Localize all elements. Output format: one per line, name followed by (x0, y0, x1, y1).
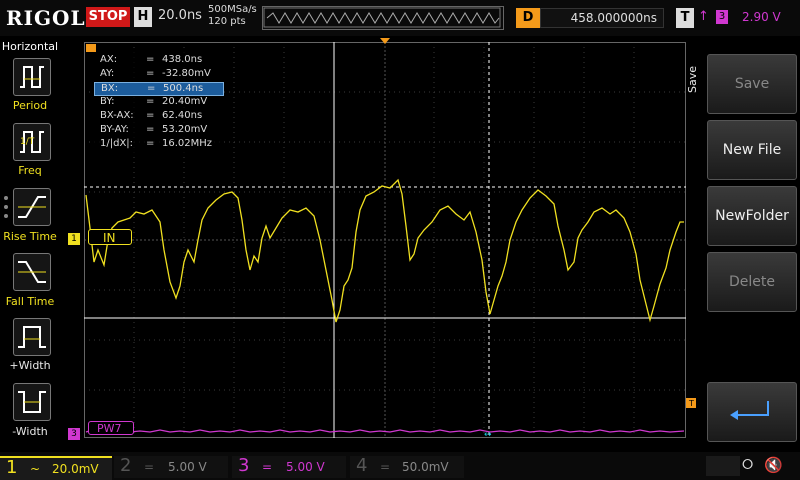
dc-coupling-icon: = (144, 460, 155, 474)
meas-row-ay: AY: = -32.80mV (100, 68, 211, 79)
ac-coupling-icon: ~ (30, 462, 41, 476)
ch1-trace-label: IN (88, 229, 132, 245)
bottom-menu-tab[interactable] (706, 456, 740, 476)
ch1-scale: 20.0mV (52, 462, 99, 476)
ch1-waveform (85, 178, 684, 323)
ch3-status[interactable]: 3 = 5.00 V (232, 455, 346, 478)
dc-coupling-icon: = (380, 460, 391, 474)
ch4-scale: 50.0mV (402, 460, 449, 474)
save-button[interactable]: Save (707, 54, 797, 114)
ch2-number: 2 (120, 455, 132, 476)
speaker-muted-icon[interactable]: 🔇 (764, 456, 783, 474)
return-arrow-icon (730, 401, 769, 420)
meas-row-by-ay: BY-AY: = 53.20mV (100, 124, 208, 135)
cursor-measurement-panel: AX: = 438.0ns AY: = -32.80mV BX: = 500.4ns BY:… (94, 52, 224, 156)
menu-title: Save (686, 66, 699, 94)
cursor-x-arrow-icon: ↔ (484, 430, 492, 440)
meas-row-ax: AX: = 438.0ns (100, 54, 203, 65)
ch2-scale: 5.00 V (168, 460, 207, 474)
ch3-waveform (85, 429, 685, 433)
svg-text:T: T (688, 399, 694, 408)
ch3-ground-marker[interactable]: 3 (68, 428, 80, 440)
ch4-number: 4 (356, 455, 368, 476)
trigger-position-marker (380, 38, 390, 44)
ch4-status[interactable]: 4 = 50.0mV (350, 455, 464, 478)
delete-button[interactable]: Delete (707, 252, 797, 312)
meas-row-by: BY: = 20.40mV (100, 96, 208, 107)
new-folder-button[interactable]: NewFolder (707, 186, 797, 246)
new-file-button[interactable]: New File (707, 120, 797, 180)
meas-row-bx[interactable]: BX: = 500.4ns (94, 82, 224, 96)
delay-marker (86, 44, 96, 52)
ch2-status[interactable]: 2 = 5.00 V (114, 455, 228, 478)
ch3-scale: 5.00 V (286, 460, 325, 474)
usb-icon: ⭘ (742, 457, 754, 473)
ch1-ground-marker[interactable]: 1 (68, 233, 80, 245)
ch3-trace-label: PW7 (88, 421, 134, 435)
ch1-status[interactable]: 1 ~ 20.0mV (0, 456, 112, 480)
meas-row-inv-dx: 1/|dX|: = 16.02MHz (100, 138, 213, 149)
dc-coupling-icon: = (262, 460, 273, 474)
ch1-number: 1 (6, 457, 18, 478)
ch3-number: 3 (238, 455, 250, 476)
meas-row-bx-ax: BX-AX: = 62.40ns (100, 110, 203, 121)
return-button[interactable] (707, 382, 797, 442)
